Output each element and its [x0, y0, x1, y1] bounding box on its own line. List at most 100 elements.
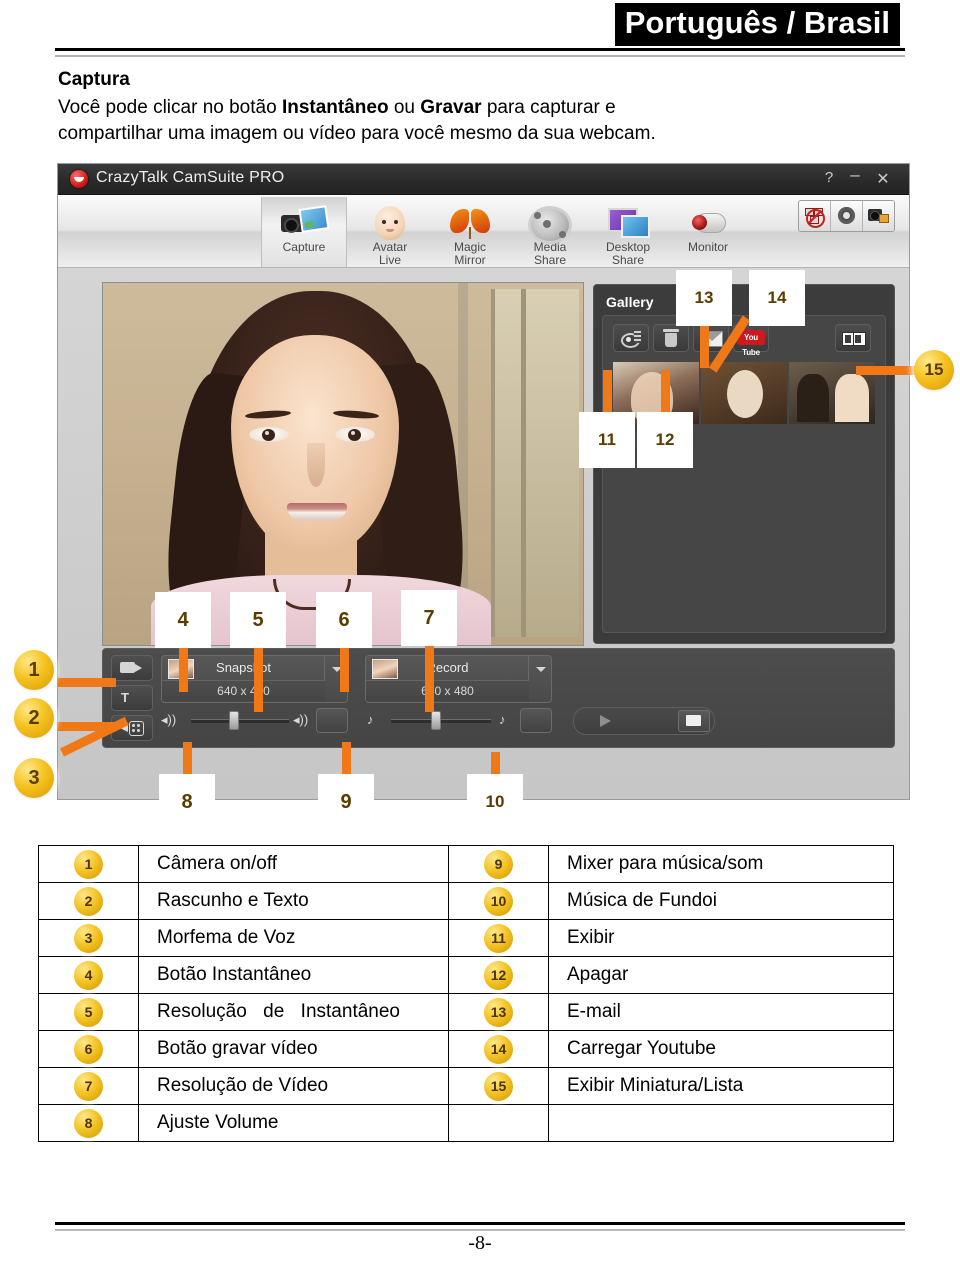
record-button[interactable]: Record: [366, 656, 529, 681]
callout-11: 11: [579, 412, 635, 468]
legend-row: 8 Ajuste Volume: [38, 1104, 894, 1142]
legend-row: 7 Resolução de Vídeo 15 Exibir Miniatura/Li…: [38, 1067, 894, 1105]
eyebrow-left: [244, 409, 292, 420]
record-dropdown-arrow[interactable]: [528, 656, 551, 680]
mixer-button[interactable]: [520, 708, 552, 733]
leader-line-15: [856, 366, 918, 375]
intro-text-e: para capturar e: [481, 97, 616, 118]
legend-badge-cell: 10: [448, 882, 549, 920]
legend-badge-cell: 13: [448, 993, 549, 1031]
callout-2: 2: [14, 698, 54, 738]
tab-magic-mirror[interactable]: Magic Mirror: [428, 197, 512, 267]
legend-label: Resolução de Vídeo: [138, 1067, 449, 1105]
volume-slider-knob[interactable]: [229, 711, 239, 730]
callout-15: 15: [914, 350, 954, 390]
music-note-icon: ♪: [367, 712, 374, 727]
carnival-mask-icon: [428, 201, 512, 241]
webcam-monitor-icon: [666, 201, 750, 241]
intro-bold-snapshot: Instantâneo: [281, 97, 389, 118]
tab-monitor[interactable]: Monitor: [666, 197, 750, 267]
legend-badge: 3: [74, 923, 103, 953]
eye-left: [249, 427, 289, 442]
legend-badge-cell: 12: [448, 956, 549, 994]
legend-badge: 4: [74, 960, 103, 990]
camera-lock-icon: [868, 209, 889, 223]
folder-icon[interactable]: [678, 710, 710, 732]
legend-label: [548, 1104, 894, 1142]
playback-group: [573, 707, 715, 735]
app-logo-icon: [70, 170, 88, 188]
legend-badge-cell: 15: [448, 1067, 549, 1105]
legend-row: 4 Botão Instantâneo 12 Apagar: [38, 956, 894, 994]
callout-14: 14: [749, 270, 805, 326]
main-toolbar: Capture Avatar Live Magic Mirror Media S…: [58, 195, 909, 268]
no-share-button[interactable]: [799, 201, 831, 231]
help-button[interactable]: ?: [819, 169, 839, 186]
draw-text-button[interactable]: T: [111, 685, 153, 711]
speaker-low-icon: ◂)): [161, 712, 177, 727]
legend-label: Morfema de Voz: [138, 919, 449, 957]
tab-desktop-share[interactable]: Desktop Share: [586, 197, 670, 267]
legend-label: Carregar Youtube: [548, 1030, 894, 1068]
legend-badge: 1: [74, 849, 103, 879]
volume-slider-track[interactable]: [191, 719, 289, 723]
legend-label: Botão gravar vídeo: [138, 1030, 449, 1068]
settings-button[interactable]: [831, 201, 863, 231]
legend-badge: 12: [484, 960, 513, 990]
music-slider-row: ♪ ♪: [365, 707, 552, 733]
speaker-mute-button[interactable]: [316, 708, 348, 733]
legend-badge: 10: [484, 886, 513, 916]
tab-magic-mirror-label2: Mirror: [454, 253, 486, 267]
legend-badge-cell: 2: [38, 882, 139, 920]
legend-label: Botão Instantâneo: [138, 956, 449, 994]
legend-badge-cell: 6: [38, 1030, 139, 1068]
callout-3: 3: [14, 758, 54, 798]
trash-icon: [663, 329, 679, 347]
camera-lock-button[interactable]: [863, 201, 894, 231]
legend-label: Rascunho e Texto: [138, 882, 449, 920]
legend-label: E-mail: [548, 993, 894, 1031]
page-number: -8-: [468, 1232, 492, 1254]
legend-badge-cell: 9: [448, 845, 549, 883]
music-slider-track[interactable]: [391, 719, 491, 723]
pen-text-icon: T: [121, 690, 129, 705]
callout-5: 5: [230, 592, 286, 648]
nose: [307, 443, 325, 487]
legend-row: 5 Resolução de Instantâneo 13 E-mail: [38, 993, 894, 1031]
camera-toggle-button[interactable]: [111, 655, 153, 681]
video-camera-icon: [120, 662, 142, 674]
gallery-view-button[interactable]: [613, 324, 649, 352]
eye-right: [335, 427, 375, 442]
intro-text-c: ou: [388, 97, 421, 118]
legend-label: Exibir Miniatura/Lista: [548, 1067, 894, 1105]
two-monitors-icon: [586, 201, 670, 241]
callout-1: 1: [14, 650, 54, 690]
callout-10: 10: [467, 774, 523, 830]
record-label: Record: [426, 660, 469, 675]
tab-capture[interactable]: Capture: [261, 197, 347, 267]
legend-badge: 13: [484, 997, 513, 1027]
legend-label: Resolução de Instantâneo: [138, 993, 449, 1031]
microphone-icon: ♪: [499, 712, 506, 727]
callout-4: 4: [155, 592, 211, 648]
intro-bold-record: Gravar: [420, 97, 482, 118]
minimize-button[interactable]: –: [845, 165, 865, 185]
gallery-thumb-list-button[interactable]: [835, 324, 871, 352]
tab-media-share[interactable]: Media Share: [508, 197, 592, 267]
legend-badge-cell: 3: [38, 919, 139, 957]
gallery-delete-button[interactable]: [653, 324, 689, 352]
legend-badge: 6: [74, 1034, 103, 1064]
record-resolution[interactable]: 640 x 480: [366, 681, 529, 701]
webcam-video-image: [103, 283, 583, 645]
play-icon[interactable]: [600, 715, 611, 727]
callout-8: 8: [159, 774, 215, 830]
music-slider-knob[interactable]: [431, 711, 441, 730]
legend-badge: 8: [74, 1108, 103, 1138]
legend-label: Música de Fundoi: [548, 882, 894, 920]
close-button[interactable]: ✕: [873, 169, 893, 189]
speaker-high-icon: ◂)): [293, 712, 309, 727]
legend-badge-cell: 1: [38, 845, 139, 883]
section-title: Captura: [58, 69, 130, 90]
tab-media-share-label2: Share: [533, 253, 567, 267]
tab-avatar-live[interactable]: Avatar Live: [348, 197, 432, 267]
